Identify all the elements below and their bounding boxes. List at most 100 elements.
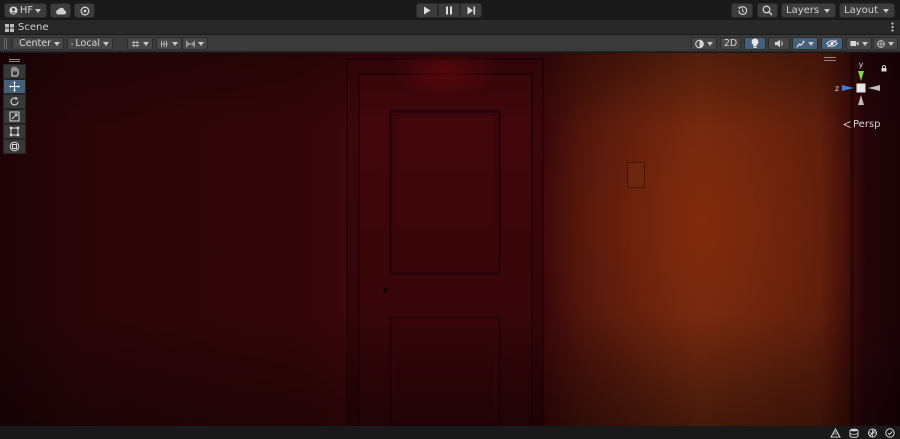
viewport-shading bbox=[0, 53, 900, 426]
transform-tool-button[interactable] bbox=[3, 139, 26, 154]
axis-gizmo-icon: y z bbox=[835, 60, 880, 105]
play-button[interactable] bbox=[416, 3, 438, 18]
align-icon bbox=[186, 40, 195, 47]
audio-icon bbox=[774, 39, 783, 48]
draw-mode-dropdown[interactable] bbox=[691, 37, 717, 50]
transform-tool-icon bbox=[9, 141, 20, 152]
pivot-space-dropdown[interactable]: Local bbox=[67, 37, 113, 50]
cloud-icon bbox=[55, 7, 66, 14]
pivot-space-label: Local bbox=[75, 38, 100, 49]
gizmo-z-label: z bbox=[835, 84, 839, 93]
scene-viewport[interactable]: y z Persp bbox=[0, 53, 900, 426]
services-icon bbox=[80, 6, 89, 15]
lighting-bake-icon bbox=[829, 427, 841, 437]
camera-icon bbox=[850, 41, 859, 46]
scene-tab-bar: Scene bbox=[0, 20, 900, 35]
gizmo-y-label: y bbox=[859, 60, 864, 69]
chevron-down-icon bbox=[862, 41, 868, 46]
bake-button[interactable] bbox=[829, 427, 841, 438]
grid-snapping-dropdown[interactable] bbox=[127, 37, 153, 50]
hand-tool-icon bbox=[11, 66, 19, 77]
chevron-down-icon bbox=[198, 41, 204, 46]
account-dropdown[interactable]: HF bbox=[4, 3, 47, 18]
step-button[interactable] bbox=[460, 3, 482, 18]
chevron-down-icon bbox=[883, 8, 889, 13]
check-circle-icon bbox=[885, 427, 895, 438]
increment-snap-dropdown[interactable] bbox=[156, 37, 182, 50]
grid-snap-icon bbox=[131, 40, 140, 47]
camera-settings-dropdown[interactable] bbox=[846, 37, 872, 50]
layers-dropdown[interactable]: Layers bbox=[781, 3, 836, 18]
tools-overlay bbox=[3, 57, 26, 154]
account-icon bbox=[9, 6, 18, 15]
effects-icon bbox=[796, 40, 805, 48]
services-button[interactable] bbox=[74, 3, 95, 18]
tab-scene[interactable]: Scene bbox=[0, 20, 49, 35]
increment-snap-icon bbox=[160, 40, 169, 47]
chevron-down-icon bbox=[35, 8, 41, 13]
more-options-icon[interactable] bbox=[891, 22, 894, 32]
search-icon bbox=[762, 5, 773, 16]
status-bar bbox=[0, 426, 900, 439]
local-space-icon bbox=[71, 42, 74, 45]
toggle-2d-button[interactable]: 2D bbox=[720, 37, 741, 50]
projection-toggle[interactable]: Persp bbox=[843, 119, 881, 130]
rect-tool-button[interactable] bbox=[3, 124, 26, 139]
toolbar-grip-icon bbox=[4, 38, 7, 49]
scene-toolbar: Center Local 2D bbox=[0, 35, 900, 52]
chevron-down-icon bbox=[143, 41, 149, 46]
network-icon bbox=[867, 428, 877, 437]
hidden-objects-toggle[interactable] bbox=[821, 37, 843, 50]
history-icon bbox=[737, 6, 747, 15]
chevron-down-icon bbox=[808, 41, 814, 46]
pause-button[interactable] bbox=[438, 3, 460, 18]
pivot-center-icon bbox=[16, 43, 18, 44]
scale-tool-icon bbox=[9, 111, 20, 122]
scale-tool-button[interactable] bbox=[3, 109, 26, 124]
chevron-down-icon bbox=[707, 41, 713, 46]
chevron-down-icon bbox=[888, 41, 894, 46]
playback-controls bbox=[416, 3, 482, 18]
rect-tool-icon bbox=[9, 126, 20, 137]
tab-scene-label: Scene bbox=[18, 22, 49, 33]
light-bulb-icon bbox=[751, 38, 759, 48]
chevron-down-icon bbox=[824, 8, 830, 13]
chevron-down-icon bbox=[103, 41, 109, 46]
rotate-tool-button[interactable] bbox=[3, 94, 26, 109]
gizmo-globe-icon bbox=[877, 39, 885, 48]
cloud-button[interactable] bbox=[50, 3, 71, 18]
hand-tool-button[interactable] bbox=[3, 64, 26, 79]
projection-label: Persp bbox=[853, 119, 881, 130]
network-button[interactable] bbox=[866, 427, 878, 438]
gizmos-dropdown[interactable] bbox=[873, 37, 898, 50]
search-button[interactable] bbox=[757, 3, 778, 18]
pivot-mode-label: Center bbox=[19, 38, 51, 49]
cache-server-button[interactable] bbox=[848, 427, 860, 438]
database-icon bbox=[849, 428, 859, 438]
chevron-down-icon bbox=[172, 41, 178, 46]
align-dropdown[interactable] bbox=[182, 37, 208, 50]
account-label: HF bbox=[19, 5, 34, 16]
step-icon bbox=[467, 6, 475, 15]
tools-grip[interactable] bbox=[3, 57, 26, 64]
lock-icon[interactable] bbox=[881, 65, 887, 72]
pause-icon bbox=[446, 6, 452, 15]
layout-label: Layout bbox=[844, 5, 878, 16]
undo-history-button[interactable] bbox=[731, 3, 753, 18]
pivot-mode-dropdown[interactable]: Center bbox=[12, 37, 64, 50]
layout-dropdown[interactable]: Layout bbox=[839, 3, 895, 18]
move-tool-button[interactable] bbox=[3, 79, 26, 94]
status-check-button[interactable] bbox=[884, 427, 896, 438]
move-tool-icon bbox=[9, 81, 20, 92]
effects-dropdown[interactable] bbox=[792, 37, 818, 50]
perspective-icon bbox=[843, 121, 851, 128]
lighting-toggle[interactable] bbox=[744, 37, 766, 50]
layers-label: Layers bbox=[786, 5, 820, 16]
chevron-down-icon bbox=[54, 41, 60, 46]
rotate-tool-icon bbox=[10, 96, 19, 106]
shaded-sphere-icon bbox=[695, 39, 704, 48]
audio-toggle[interactable] bbox=[768, 37, 790, 50]
toggle-2d-label: 2D bbox=[723, 38, 738, 49]
play-icon bbox=[424, 6, 431, 15]
main-toolbar: HF Layers Layout bbox=[0, 0, 900, 20]
